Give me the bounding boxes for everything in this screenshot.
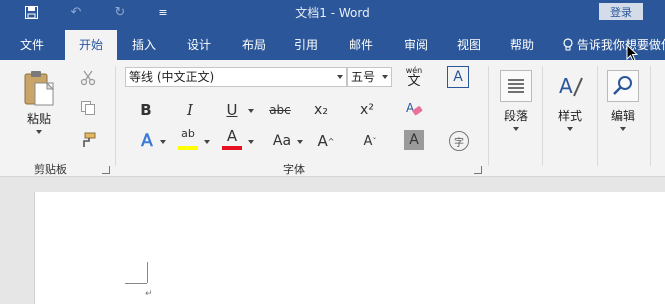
group-divider [597,66,598,166]
tab-file[interactable]: 文件 [14,33,50,60]
title-bar: ↶ ↻ ≡ 文档1 - Word 登录 [0,0,665,24]
subscript-button[interactable]: x₂ [309,99,333,121]
styles-icon[interactable]: A [554,70,586,102]
font-name-value: 等线 (中文正文) [129,70,215,84]
margin-corner-mark [125,283,147,284]
tab-review[interactable]: 审阅 [398,33,434,60]
font-size-value: 五号 [351,70,376,84]
tell-me-search[interactable]: 告诉我你想要做什 [563,36,665,53]
grow-font-text: A [317,132,328,150]
tab-insert[interactable]: 插入 [126,33,162,60]
italic-button[interactable]: I [178,99,202,121]
tell-me-text: 告诉我你想要做什 [576,38,665,52]
document-page[interactable] [34,192,665,304]
paragraph-dropdown-icon[interactable] [513,127,519,131]
editing-label[interactable]: 编辑 [603,107,643,124]
cut-icon[interactable] [78,68,98,88]
editing-dropdown-icon[interactable] [620,127,626,131]
svg-text:A: A [559,74,573,98]
paste-icon[interactable] [22,68,56,108]
group-divider [650,66,651,166]
chevron-down-icon[interactable] [382,75,388,79]
superscript-button[interactable]: x² [355,99,379,121]
tab-mailings[interactable]: 邮件 [343,33,379,60]
tab-help[interactable]: 帮助 [504,33,540,60]
tab-view[interactable]: 视图 [451,33,487,60]
underline-button[interactable]: U [220,99,244,121]
tab-layout[interactable]: 布局 [236,33,272,60]
phonetic-char-text: 文 [407,74,421,89]
shrink-font-button[interactable]: Aˇ [358,130,382,152]
lightbulb-icon [563,38,577,52]
window-title: 文档1 - Word [295,6,370,20]
change-case-dropdown-icon[interactable] [297,140,303,144]
underline-dropdown-icon[interactable] [248,109,254,113]
font-name-input[interactable]: 等线 (中文正文) [125,67,347,87]
chevron-down-icon[interactable] [337,75,343,79]
tab-references[interactable]: 引用 [288,33,324,60]
font-color-dropdown-icon[interactable] [248,140,254,144]
styles-label[interactable]: 样式 [550,107,590,124]
highlight-text: ab [181,127,195,140]
phonetic-guide-button[interactable]: wén 文 [401,65,427,91]
highlight-color-bar [178,146,198,150]
clipboard-group-label: 剪贴板 [34,163,67,176]
copy-icon[interactable] [78,98,98,118]
font-group-label: 字体 [283,163,305,176]
ribbon-home: 粘贴 剪贴板 等线 (中文正文) 五号 wén 文 A B I U abc x₂… [0,60,665,177]
group-divider [115,66,116,166]
clipboard-launcher-icon[interactable] [102,166,110,174]
highlight-dropdown-icon[interactable] [204,140,210,144]
paragraph-mark: ↵ [145,289,153,299]
font-color-bar [222,146,242,150]
tab-design[interactable]: 设计 [181,33,217,60]
paragraph-label[interactable]: 段落 [496,107,536,124]
enclose-characters-button[interactable]: 字 [449,131,469,151]
group-divider [488,66,489,166]
login-button[interactable]: 登录 [599,3,643,20]
change-case-button[interactable]: Aa [268,130,296,152]
strikethrough-button[interactable]: abc [264,99,296,121]
styles-dropdown-icon[interactable] [567,127,573,131]
grow-font-button[interactable]: A ^ [314,130,338,152]
font-launcher-icon[interactable] [474,166,482,174]
margin-corner-mark [147,262,148,283]
paragraph-icon[interactable] [500,70,532,102]
font-color-text: A [226,127,238,145]
text-effects-button[interactable]: A [135,130,159,152]
paste-dropdown-icon[interactable] [36,130,42,134]
tab-home[interactable]: 开始 [65,30,117,60]
editing-icon[interactable] [607,70,639,102]
format-painter-icon[interactable] [78,130,98,150]
character-shading-button[interactable]: A [404,130,424,150]
shrink-font-text: A [363,133,373,149]
font-size-input[interactable]: 五号 [347,67,392,87]
bold-button[interactable]: B [134,99,158,121]
clear-formatting-icon[interactable]: A [403,98,425,120]
ribbon-tab-bar: 文件 开始 插入 设计 布局 引用 邮件 审阅 视图 帮助 告诉我你想要做什 [0,24,665,62]
character-border-button[interactable]: A [447,66,469,88]
group-divider [542,66,543,166]
text-effects-dropdown-icon[interactable] [160,140,166,144]
paste-label[interactable]: 粘贴 [24,110,54,127]
